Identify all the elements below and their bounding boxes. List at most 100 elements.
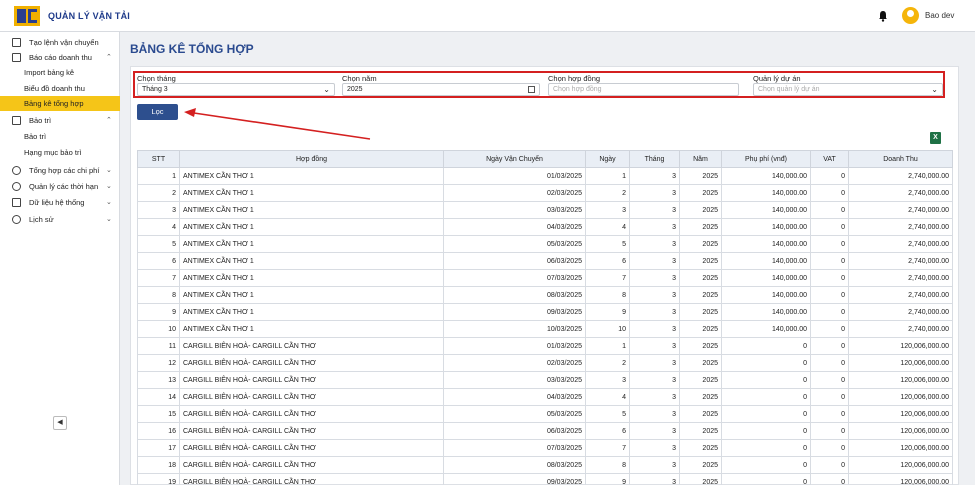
col-ship-date[interactable]: Ngày Vận Chuyển	[443, 150, 586, 168]
table-row[interactable]: 13 CARGILL BIÊN HOÀ- CARGILL CẦN THƠ 03/03…	[137, 371, 953, 389]
sidebar-item-deadlines[interactable]: Quản lý các thời hạn ⌄	[0, 178, 120, 194]
excel-export-icon[interactable]: X	[930, 132, 941, 144]
sidebar-item-history[interactable]: Lịch sử ⌄	[0, 211, 120, 227]
col-vat[interactable]: VAT	[810, 150, 849, 168]
table-row[interactable]: 14 CARGILL BIÊN HOÀ- CARGILL CẦN THƠ 04/03…	[137, 388, 953, 406]
table-cell: 2,740,000.00	[848, 184, 953, 202]
table-row[interactable]: 11 CARGILL BIÊN HOÀ- CARGILL CẦN THƠ 01/03…	[137, 337, 953, 355]
table-cell: 4	[137, 218, 180, 236]
avatar[interactable]	[902, 7, 919, 24]
table-cell: 2025	[679, 286, 722, 304]
sidebar-item-costs[interactable]: Tổng hợp các chi phí ⌄	[0, 162, 120, 178]
table-row[interactable]: 1 ANTIMEX CẦN THƠ 1 01/03/2025 1 3 2025 140,00…	[137, 167, 953, 185]
month-select[interactable]: Tháng 3 ⌄	[137, 83, 335, 96]
table-row[interactable]: 12 CARGILL BIÊN HOÀ- CARGILL CẦN THƠ 02/03…	[137, 354, 953, 372]
app-logo[interactable]	[14, 6, 40, 26]
table-cell: 3	[629, 184, 680, 202]
col-year[interactable]: Năm	[679, 150, 722, 168]
contract-input[interactable]: Chọn hợp đồng	[548, 83, 739, 96]
bell-icon[interactable]	[878, 10, 888, 22]
col-month[interactable]: Tháng	[629, 150, 680, 168]
sidebar-item-label: Dữ liệu hệ thống	[29, 197, 85, 207]
sidebar-subitem-summary[interactable]: Bảng kê tổng hợp	[0, 96, 120, 111]
table-cell: 0	[810, 354, 849, 372]
project-manager-select[interactable]: Chọn quản lý dự án ⌄	[753, 83, 943, 96]
table-cell: 2025	[679, 473, 722, 485]
table-cell: 6	[585, 252, 630, 270]
table-cell: 2025	[679, 320, 722, 338]
table-cell: 120,006,000.00	[848, 473, 953, 485]
table-cell: 2	[137, 184, 180, 202]
sidebar-item-revenue-report[interactable]: Báo cáo doanh thu ⌃	[0, 49, 120, 65]
table-cell: 19	[137, 473, 180, 485]
table-cell: 0	[810, 252, 849, 270]
table-row[interactable]: 6 ANTIMEX CẦN THƠ 1 06/03/2025 6 3 2025 140,00…	[137, 252, 953, 270]
table-cell: 120,006,000.00	[848, 354, 953, 372]
table-cell: 2025	[679, 201, 722, 219]
sidebar-subitem-label: Bảo trì	[24, 132, 47, 141]
table-cell: CARGILL BIÊN HOÀ- CARGILL CẦN THƠ	[179, 405, 444, 423]
sidebar-item-label: Quản lý các thời hạn	[29, 181, 99, 191]
chevron-up-icon: ⌃	[106, 54, 112, 61]
table-row[interactable]: 17 CARGILL BIÊN HOÀ- CARGILL CẦN THƠ 07/03…	[137, 439, 953, 457]
sidebar-subitem-maintenance-items[interactable]: Hạng mục bảo trì	[0, 145, 120, 160]
sidebar-item-create-order[interactable]: Tạo lệnh vận chuyển	[0, 34, 120, 50]
sidebar-subitem-import[interactable]: Import bảng kê	[0, 65, 120, 80]
table-row[interactable]: 5 ANTIMEX CẦN THƠ 1 05/03/2025 5 3 2025 140,00…	[137, 235, 953, 253]
col-day[interactable]: Ngày	[585, 150, 630, 168]
user-name[interactable]: Bao dev	[925, 11, 954, 20]
table-row[interactable]: 7 ANTIMEX CẦN THƠ 1 07/03/2025 7 3 2025 140,00…	[137, 269, 953, 287]
table-cell: 2025	[679, 371, 722, 389]
table-cell: 09/03/2025	[443, 473, 586, 485]
table-cell: 3	[629, 252, 680, 270]
year-picker-value: 2025	[347, 86, 363, 93]
table-row[interactable]: 2 ANTIMEX CẦN THƠ 1 02/03/2025 2 3 2025 140,00…	[137, 184, 953, 202]
table-cell: 2025	[679, 337, 722, 355]
sidebar-item-system-data[interactable]: Dữ liệu hệ thống ⌄	[0, 194, 120, 210]
table-cell: 120,006,000.00	[848, 371, 953, 389]
table-row[interactable]: 18 CARGILL BIÊN HOÀ- CARGILL CẦN THƠ 08/03…	[137, 456, 953, 474]
col-stt[interactable]: STT	[137, 150, 180, 168]
table-cell: 2025	[679, 235, 722, 253]
table-row[interactable]: 15 CARGILL BIÊN HOÀ- CARGILL CẦN THƠ 05/03…	[137, 405, 953, 423]
sidebar-subitem-maintenance[interactable]: Bảo trì	[0, 129, 120, 144]
table-row[interactable]: 19 CARGILL BIÊN HOÀ- CARGILL CẦN THƠ 09/03…	[137, 473, 953, 485]
table-row[interactable]: 4 ANTIMEX CẦN THƠ 1 04/03/2025 4 3 2025 140,00…	[137, 218, 953, 236]
table-row[interactable]: 9 ANTIMEX CẦN THƠ 1 09/03/2025 9 3 2025 140,00…	[137, 303, 953, 321]
table-cell: CARGILL BIÊN HOÀ- CARGILL CẦN THƠ	[179, 456, 444, 474]
collapse-sidebar-button[interactable]: ◀	[53, 416, 67, 430]
sidebar-item-maintenance[interactable]: Bảo trì ⌃	[0, 112, 120, 128]
table-row[interactable]: 3 ANTIMEX CẦN THƠ 1 03/03/2025 3 3 2025 140,00…	[137, 201, 953, 219]
calendar-icon	[528, 86, 535, 93]
table-cell: 02/03/2025	[443, 354, 586, 372]
table-row[interactable]: 16 CARGILL BIÊN HOÀ- CARGILL CẦN THƠ 06/03…	[137, 422, 953, 440]
table-cell: 140,000.00	[721, 252, 811, 270]
table-cell: 3	[629, 388, 680, 406]
table-cell: 15	[137, 405, 180, 423]
document-icon	[12, 37, 21, 47]
table-cell: 4	[585, 218, 630, 236]
table-cell: 6	[137, 252, 180, 270]
wrench-icon	[12, 115, 21, 125]
col-revenue[interactable]: Doanh Thu	[848, 150, 953, 168]
table-cell: 2,740,000.00	[848, 269, 953, 287]
table-cell: 0	[721, 473, 811, 485]
table-cell: 120,006,000.00	[848, 456, 953, 474]
table-cell: 4	[585, 388, 630, 406]
logo-c	[28, 9, 37, 23]
year-picker[interactable]: 2025	[342, 83, 540, 96]
col-surcharge[interactable]: Phụ phí (vnđ)	[721, 150, 811, 168]
table-cell: 140,000.00	[721, 218, 811, 236]
filter-button[interactable]: Lọc	[137, 104, 178, 120]
table-cell: CARGILL BIÊN HOÀ- CARGILL CẦN THƠ	[179, 388, 444, 406]
table-cell: 0	[810, 388, 849, 406]
table-cell: 0	[721, 405, 811, 423]
chevron-up-icon: ⌃	[106, 117, 112, 124]
table-row[interactable]: 10 ANTIMEX CẦN THƠ 1 10/03/2025 10 3 2025 140,…	[137, 320, 953, 338]
table-cell: 2025	[679, 354, 722, 372]
col-contract[interactable]: Hợp đồng	[179, 150, 444, 168]
chevron-down-icon: ⌄	[106, 167, 112, 174]
sidebar-subitem-chart[interactable]: Biểu đồ doanh thu	[0, 81, 120, 96]
contract-placeholder: Chọn hợp đồng	[553, 86, 602, 93]
table-row[interactable]: 8 ANTIMEX CẦN THƠ 1 08/03/2025 8 3 2025 140,00…	[137, 286, 953, 304]
